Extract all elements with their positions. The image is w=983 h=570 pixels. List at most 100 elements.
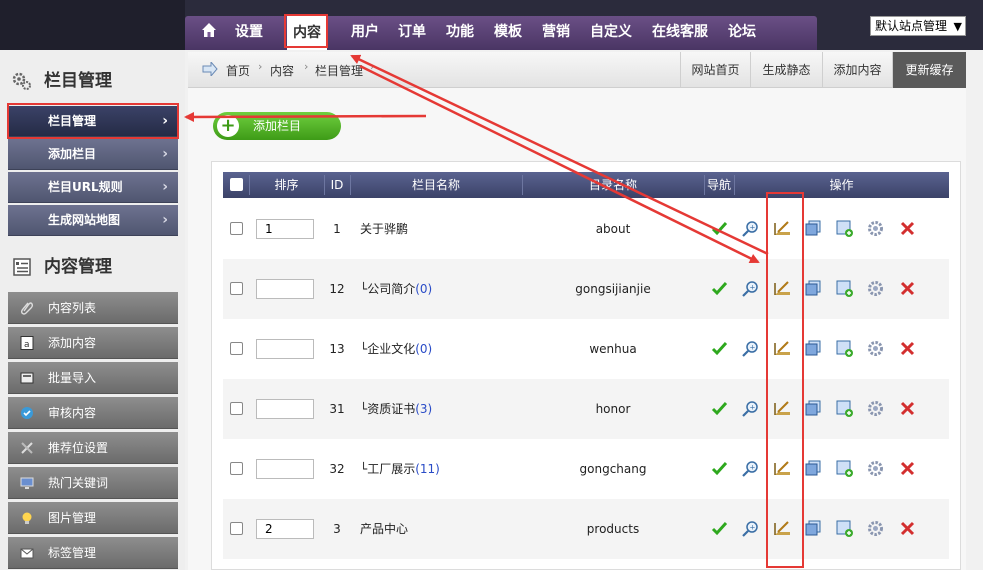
nav-marketing[interactable]: 营销: [542, 23, 570, 41]
copy-icon[interactable]: [805, 460, 822, 477]
document-list-icon: [13, 258, 31, 276]
sidebar-item-tag-manage[interactable]: 标签管理: [8, 537, 178, 569]
row-name[interactable]: └公司简介(0): [360, 259, 432, 319]
copy-icon[interactable]: [805, 220, 822, 237]
gear-icon[interactable]: [867, 520, 884, 537]
header-column-name: 栏目名称: [411, 178, 460, 192]
sidebar-item-add-column[interactable]: 添加栏目 ›: [8, 139, 178, 170]
delete-icon[interactable]: [899, 400, 916, 417]
sidebar-item-sitemap[interactable]: 生成网站地图 ›: [8, 205, 178, 236]
header-nav: 导航: [706, 178, 731, 192]
sidebar-item-column-url-rules[interactable]: 栏目URL规则 ›: [8, 172, 178, 203]
svg-text:+: +: [750, 344, 756, 352]
check-icon: [711, 401, 728, 416]
sidebar-item-review-content[interactable]: 审核内容: [8, 397, 178, 429]
row-checkbox[interactable]: [230, 522, 243, 535]
preview-icon[interactable]: +: [742, 340, 759, 357]
generate-static-button[interactable]: 生成静态: [750, 52, 822, 88]
row-name[interactable]: 产品中心: [360, 499, 408, 559]
select-all-checkbox[interactable]: [230, 178, 243, 191]
gear-icon[interactable]: [867, 460, 884, 477]
add-sub-icon[interactable]: [836, 400, 853, 417]
add-sub-icon[interactable]: [836, 280, 853, 297]
nav-forum[interactable]: 论坛: [728, 23, 756, 41]
add-sub-icon[interactable]: [836, 340, 853, 357]
breadcrumb-content[interactable]: 内容: [270, 62, 294, 79]
site-home-button[interactable]: 网站首页: [680, 52, 750, 88]
breadcrumb-separator: ›: [258, 60, 263, 73]
sort-input[interactable]: [256, 279, 314, 299]
nav-functions[interactable]: 功能: [446, 23, 474, 41]
row-checkbox[interactable]: [230, 222, 243, 235]
sidebar-item-add-content[interactable]: a 添加内容: [8, 327, 178, 359]
copy-icon[interactable]: [805, 340, 822, 357]
row-dir: honor: [595, 402, 631, 416]
highlight-sidebar-column-manage: [7, 103, 179, 139]
preview-icon[interactable]: +: [742, 220, 759, 237]
row-checkbox[interactable]: [230, 402, 243, 415]
chevron-right-icon: ›: [162, 146, 168, 162]
breadcrumb-column-manage[interactable]: 栏目管理: [315, 62, 363, 79]
delete-icon[interactable]: [899, 340, 916, 357]
gear-icon[interactable]: [867, 400, 884, 417]
row-name[interactable]: 关于骅鹏: [360, 199, 408, 259]
row-checkbox[interactable]: [230, 342, 243, 355]
delete-icon[interactable]: [899, 280, 916, 297]
mail-icon: [20, 548, 34, 559]
chevron-right-icon: ›: [162, 179, 168, 195]
row-checkbox[interactable]: [230, 282, 243, 295]
row-count[interactable]: (0): [415, 282, 432, 296]
gear-icon[interactable]: [867, 220, 884, 237]
preview-icon[interactable]: +: [742, 520, 759, 537]
nav-users[interactable]: 用户: [351, 23, 379, 41]
nav-online-service[interactable]: 在线客服: [652, 23, 708, 41]
add-content-button[interactable]: 添加内容: [822, 52, 892, 88]
nav-templates[interactable]: 模板: [494, 23, 522, 41]
chevron-right-icon: ›: [162, 212, 168, 228]
home-icon[interactable]: [201, 22, 217, 38]
site-select[interactable]: 默认站点管理 ▼: [870, 16, 966, 36]
sort-input[interactable]: [256, 399, 314, 419]
row-name[interactable]: └工厂展示(11): [360, 439, 440, 499]
copy-icon[interactable]: [805, 280, 822, 297]
add-sub-icon[interactable]: [836, 520, 853, 537]
row-dir: about: [595, 222, 631, 236]
row-name[interactable]: └企业文化(0): [360, 319, 432, 379]
sidebar-item-image-manage[interactable]: 图片管理: [8, 502, 178, 534]
nav-settings[interactable]: 设置: [235, 23, 263, 41]
row-checkbox[interactable]: [230, 462, 243, 475]
preview-icon[interactable]: +: [742, 460, 759, 477]
copy-icon[interactable]: [805, 520, 822, 537]
sidebar-item-hot-keywords[interactable]: 热门关键词: [8, 467, 178, 499]
nav-orders[interactable]: 订单: [398, 23, 426, 41]
add-column-button[interactable]: + 添加栏目: [213, 112, 341, 140]
gear-icon[interactable]: [867, 280, 884, 297]
row-count[interactable]: (3): [415, 402, 432, 416]
add-sub-icon[interactable]: [836, 460, 853, 477]
delete-icon[interactable]: [899, 520, 916, 537]
copy-icon[interactable]: [805, 400, 822, 417]
tools-icon: [21, 442, 33, 454]
sort-input[interactable]: [256, 459, 314, 479]
check-icon: [711, 461, 728, 476]
sidebar-item-batch-import[interactable]: 批量导入: [8, 362, 178, 394]
row-id: 1: [333, 222, 341, 236]
add-sub-icon[interactable]: [836, 220, 853, 237]
row-count[interactable]: (0): [415, 342, 432, 356]
sort-input[interactable]: [256, 339, 314, 359]
row-name[interactable]: └资质证书(3): [360, 379, 432, 439]
gear-icon[interactable]: [867, 340, 884, 357]
sidebar-item-recommend-position[interactable]: 推荐位设置: [8, 432, 178, 464]
update-cache-button[interactable]: 更新缓存: [892, 52, 966, 88]
nav-custom[interactable]: 自定义: [590, 23, 632, 41]
sort-input[interactable]: 2: [256, 519, 314, 539]
sidebar-item-content-list[interactable]: 内容列表: [8, 292, 178, 324]
sort-input[interactable]: 1: [256, 219, 314, 239]
row-count[interactable]: (11): [415, 462, 440, 476]
delete-icon[interactable]: [899, 460, 916, 477]
preview-icon[interactable]: +: [742, 280, 759, 297]
delete-icon[interactable]: [899, 220, 916, 237]
preview-icon[interactable]: +: [742, 400, 759, 417]
breadcrumb-home[interactable]: 首页: [226, 62, 250, 79]
table-row: 2 3 产品中心 products +: [223, 499, 949, 559]
